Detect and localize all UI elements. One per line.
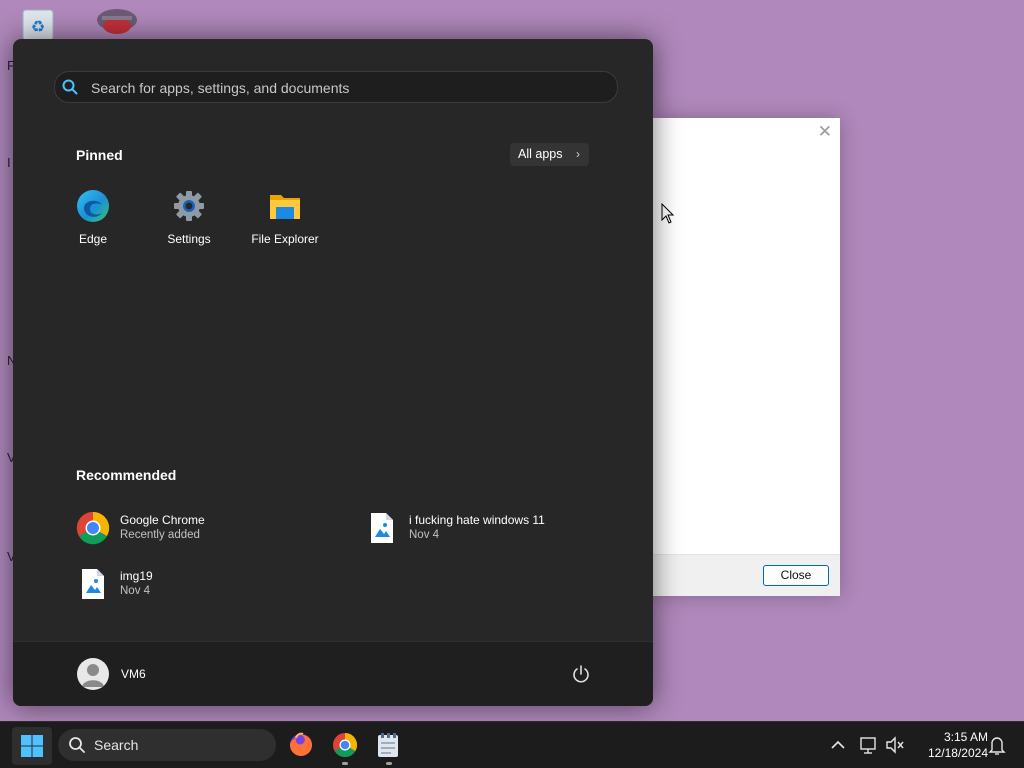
taskbar-search[interactable]: Search (58, 729, 276, 761)
pinned-title: Pinned (76, 147, 123, 163)
recycle-bin-icon[interactable]: ♻ (18, 6, 58, 42)
folder-icon (270, 195, 300, 219)
mouse-pointer-icon (661, 203, 675, 224)
desktop-label-fragment: I (7, 155, 11, 170)
dialog-close-button[interactable]: Close (763, 565, 829, 586)
avatar (77, 658, 109, 690)
desktop-app-icon[interactable] (94, 6, 137, 42)
recommended-title: Recommended (76, 467, 177, 483)
pinned-app-label: Settings (167, 232, 211, 246)
dialog-footer: Close (653, 554, 840, 596)
recommended-item-subtitle: Recently added (120, 529, 200, 541)
network-icon[interactable] (858, 722, 880, 768)
start-search-box[interactable] (54, 71, 618, 104)
start-search-input[interactable] (89, 72, 593, 104)
start-button[interactable] (12, 727, 52, 765)
pinned-app-edge[interactable]: Edge (50, 189, 136, 251)
edge-icon (77, 190, 109, 222)
taskbar: Search 3:15 AM 12/18/2024 (0, 721, 1024, 768)
firefox-icon (290, 732, 312, 756)
taskbar-app-notepad[interactable] (372, 728, 406, 765)
taskbar-search-label: Search (94, 737, 139, 753)
power-icon[interactable] (571, 664, 591, 684)
recommended-item-subtitle: Nov 4 (120, 585, 151, 597)
all-apps-label: All apps (518, 147, 563, 161)
running-indicator (386, 762, 392, 765)
svg-text:♻: ♻ (31, 19, 45, 36)
pinned-app-label: File Explorer (251, 232, 319, 246)
windows-logo-icon (21, 735, 43, 757)
recommended-item-title: img19 (120, 569, 153, 583)
user-name: VM6 (121, 667, 146, 681)
recommended-item-file[interactable]: i fucking hate windows 11 Nov 4 (365, 509, 585, 549)
recommended-item-title: Google Chrome (120, 513, 205, 527)
start-menu: Pinned All apps › Edge (13, 39, 653, 706)
pinned-app-label: Edge (78, 232, 108, 246)
settings-gear-icon (174, 191, 204, 221)
volume-muted-icon[interactable] (884, 722, 906, 768)
recommended-item-file[interactable]: img19 Nov 4 (76, 565, 276, 605)
all-apps-button[interactable]: All apps › (510, 143, 589, 166)
pinned-app-settings[interactable]: Settings (146, 189, 232, 251)
search-icon (62, 79, 78, 95)
running-indicator (342, 762, 348, 765)
clock-time: 3:15 AM (943, 730, 988, 744)
image-file-icon (371, 513, 393, 543)
search-icon (69, 737, 85, 753)
dialog-close-icon[interactable]: ✕ (818, 122, 832, 142)
pinned-app-file-explorer[interactable]: File Explorer (242, 189, 328, 251)
background-dialog: ✕ Close (653, 118, 840, 596)
start-menu-footer: VM6 (13, 641, 653, 706)
taskbar-app-firefox[interactable] (284, 728, 318, 762)
notification-bell-icon[interactable] (987, 722, 1007, 768)
notepad-icon (378, 733, 398, 757)
image-file-icon (82, 569, 104, 599)
taskbar-clock[interactable]: 3:15 AM 12/18/2024 (912, 729, 988, 761)
chrome-icon (333, 733, 358, 758)
clock-date: 12/18/2024 (927, 746, 988, 760)
recommended-item-title: i fucking hate windows 11 (409, 513, 545, 527)
chevron-right-icon: › (576, 147, 580, 161)
recommended-item-subtitle: Nov 4 (409, 529, 440, 541)
chrome-icon (76, 511, 110, 545)
taskbar-app-chrome[interactable] (328, 728, 362, 765)
recommended-item-chrome[interactable]: Google Chrome Recently added (76, 509, 276, 549)
chevron-up-icon[interactable] (828, 722, 848, 768)
user-avatar-icon (82, 664, 104, 687)
